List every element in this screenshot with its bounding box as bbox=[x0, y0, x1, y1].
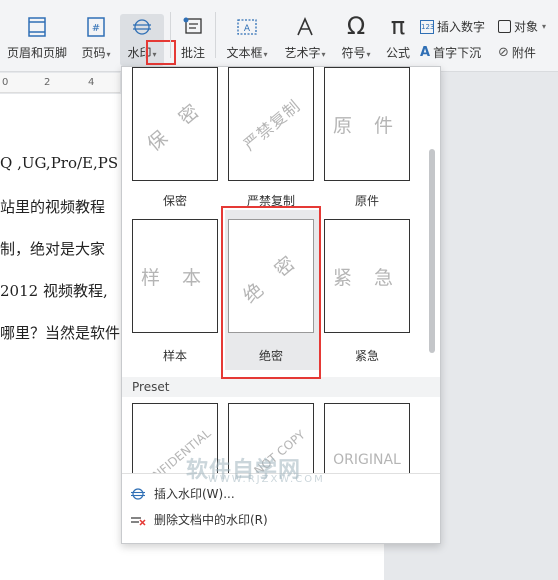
insert-watermark-icon bbox=[131, 487, 145, 500]
watermark-option-confidential[interactable]: 保 密 bbox=[132, 67, 218, 181]
watermark-caption: 样本 bbox=[162, 349, 187, 363]
chevron-down-icon: ▾ bbox=[321, 50, 326, 59]
formula-button[interactable]: π 公式 bbox=[380, 14, 416, 61]
document-text-line: 哪里？当然是软件 bbox=[0, 324, 121, 342]
wordart-button[interactable]: 艺术字▾ bbox=[278, 16, 332, 61]
watermark-preview-text: 紧 急 bbox=[332, 266, 402, 289]
remove-watermark-label: 删除文档中的水印(R) bbox=[154, 513, 268, 527]
horizontal-ruler[interactable]: 0 2 4 bbox=[0, 73, 120, 93]
symbol-label: 符号 bbox=[341, 46, 366, 60]
watermark-preview-text: 严禁复制 bbox=[239, 96, 305, 155]
svg-text:A: A bbox=[244, 24, 251, 34]
ribbon-divider bbox=[215, 12, 216, 58]
header-footer-label: 页眉和页脚 bbox=[6, 46, 67, 60]
watermark-option-original[interactable]: 原 件 bbox=[324, 67, 410, 181]
insert-number-label: 插入数字 bbox=[437, 20, 486, 34]
symbol-button[interactable]: Ω 符号▾ bbox=[336, 14, 376, 61]
attachment-label: 附件 bbox=[511, 46, 536, 60]
highlight-box-dropdown-arrow bbox=[146, 40, 176, 65]
chevron-down-icon: ▾ bbox=[106, 50, 111, 59]
gallery-scrollbar[interactable] bbox=[429, 149, 435, 353]
watermark-option-preset-original[interactable]: ORIGINAL bbox=[324, 403, 410, 473]
comment-label: 批注 bbox=[180, 46, 205, 60]
comment-icon bbox=[183, 17, 202, 34]
insert-watermark-label: 插入水印(W)... bbox=[154, 487, 235, 501]
ruler-tick: 0 bbox=[2, 77, 9, 88]
header-footer-icon bbox=[28, 17, 46, 37]
pi-icon: π bbox=[390, 12, 406, 40]
chevron-down-icon: ▾ bbox=[542, 22, 547, 31]
textbox-button[interactable]: A 文本框▾ bbox=[220, 16, 274, 61]
wordart-icon bbox=[297, 17, 313, 36]
textbox-icon: A bbox=[237, 19, 257, 35]
attachment-button[interactable]: ⊘ 附件 bbox=[498, 44, 536, 61]
formula-label: 公式 bbox=[385, 46, 410, 60]
omega-icon: Ω bbox=[346, 12, 366, 40]
watermark-caption: 原件 bbox=[354, 194, 379, 208]
page-number-button[interactable]: # 页码▾ bbox=[76, 16, 116, 61]
watermark-caption: 保密 bbox=[162, 194, 187, 208]
insert-watermark-menu-item[interactable]: 插入水印(W)... bbox=[130, 485, 235, 502]
drop-cap-icon: A bbox=[420, 45, 431, 60]
site-watermark-url: WWW.RJZXW.COM bbox=[208, 474, 325, 485]
ruler-tick: 4 bbox=[88, 77, 95, 88]
watermark-preview-text: ORIGINAL bbox=[333, 452, 401, 468]
paperclip-icon: ⊘ bbox=[498, 45, 509, 60]
watermark-option-no-copy[interactable]: 严禁复制 bbox=[228, 67, 314, 181]
textbox-label: 文本框 bbox=[226, 46, 263, 60]
page-number-label: 页码 bbox=[81, 46, 106, 60]
ruler-tick: 2 bbox=[44, 77, 51, 88]
page-number-icon: # bbox=[87, 17, 105, 37]
watermark-preview-text: 样 本 bbox=[140, 266, 210, 289]
preset-section-header: Preset bbox=[122, 377, 440, 397]
comment-button[interactable]: 批注 bbox=[174, 16, 212, 61]
header-footer-button[interactable]: 页眉和页脚 bbox=[4, 16, 70, 61]
watermark-icon bbox=[133, 19, 151, 35]
ribbon-toolbar: 页眉和页脚 # 页码▾ 水印▾ 批注 A 文本框▾ 艺术字▾ Ω 符号▾ π 公… bbox=[0, 0, 558, 72]
watermark-preview-text: 原 件 bbox=[332, 114, 402, 137]
document-text-line: 站里的视频教程 bbox=[0, 198, 106, 216]
insert-number-button[interactable]: 123 插入数字 bbox=[420, 18, 485, 35]
insert-number-icon: 123 bbox=[420, 19, 434, 34]
highlight-box-top-secret bbox=[221, 206, 321, 379]
watermark-preview-text: 保 密 bbox=[142, 94, 210, 156]
ribbon-divider bbox=[170, 12, 171, 58]
object-button[interactable]: 对象 ▾ bbox=[498, 18, 546, 35]
object-label: 对象 bbox=[514, 20, 539, 34]
svg-text:#: # bbox=[92, 23, 100, 34]
document-text-line: 制，绝对是大家 bbox=[0, 240, 106, 258]
document-text-line: 2012 视频教程, bbox=[0, 282, 108, 300]
document-text-line: Q ,UG,Pro/E,PS bbox=[0, 154, 119, 172]
drop-cap-label: 首字下沉 bbox=[433, 46, 482, 60]
wordart-label: 艺术字 bbox=[284, 46, 321, 60]
object-icon bbox=[498, 20, 511, 33]
chevron-down-icon: ▾ bbox=[366, 50, 371, 59]
watermark-option-sample[interactable]: 样 本 bbox=[132, 219, 218, 333]
remove-watermark-icon bbox=[131, 516, 146, 526]
watermark-caption: 紧急 bbox=[354, 349, 379, 363]
drop-cap-button[interactable]: A 首字下沉 bbox=[420, 44, 481, 61]
watermark-option-urgent[interactable]: 紧 急 bbox=[324, 219, 410, 333]
remove-watermark-menu-item[interactable]: 删除文档中的水印(R) bbox=[130, 511, 268, 528]
chevron-down-icon: ▾ bbox=[263, 50, 268, 59]
